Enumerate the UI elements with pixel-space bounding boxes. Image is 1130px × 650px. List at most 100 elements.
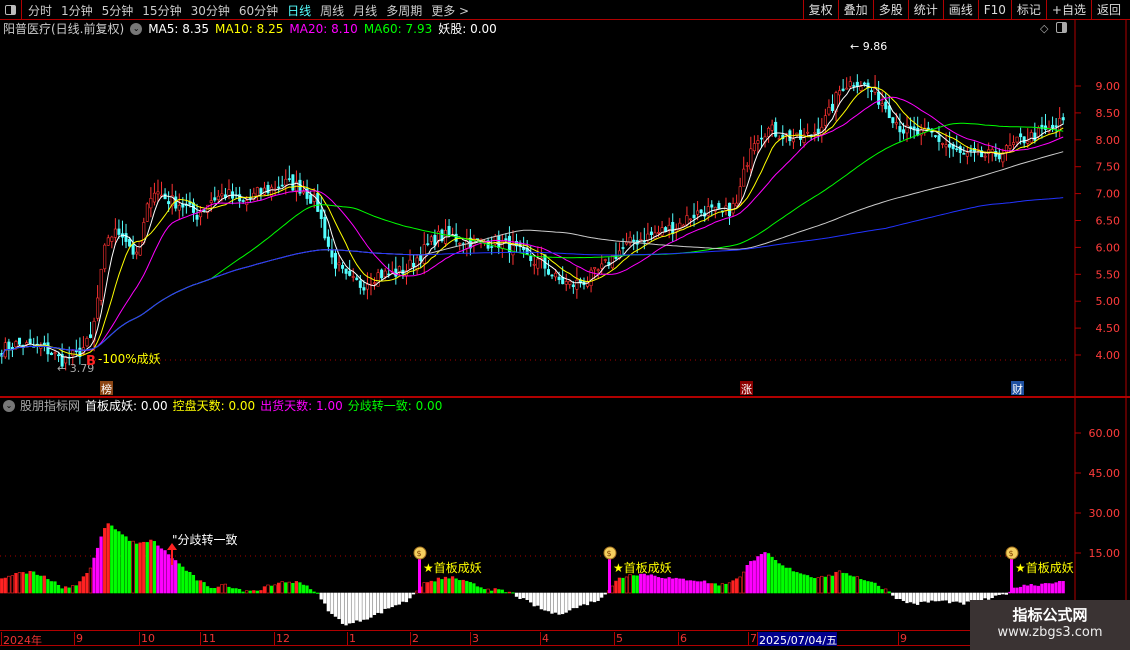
indicator-bar	[1036, 585, 1040, 594]
indicator-bar	[699, 581, 703, 594]
date-label: 2	[410, 632, 419, 646]
indicator-bar	[852, 576, 856, 594]
candle-body	[564, 281, 568, 285]
indicator-bar	[525, 592, 529, 600]
date-label: 9	[74, 632, 83, 646]
indicator-bar	[383, 592, 387, 609]
candle-body	[316, 193, 320, 212]
price-tick-label: 5.00	[1096, 295, 1121, 308]
candle-body	[699, 209, 703, 214]
indicator-bar	[21, 572, 25, 594]
indicator-bar	[905, 592, 909, 604]
indicator-bar	[855, 576, 859, 594]
indicator-bar	[560, 592, 565, 615]
indicator-bar	[830, 575, 835, 594]
candle-body	[135, 251, 139, 255]
chart-canvas[interactable]: 9.00 8.50 8.00 7.50 7.00 6.50 6.00 5.50 5.00 4.50…	[0, 0, 1130, 650]
indicator-bar	[578, 592, 582, 606]
indicator-bar	[372, 592, 377, 616]
indicator-bar	[628, 574, 632, 594]
indicator-bar	[206, 586, 210, 594]
price-tick-label: 4.50	[1096, 322, 1121, 335]
date-axis: 2024年 9 10 11 12 1 2 3 4 5 6 7 2025/07/04/五 9	[0, 630, 1130, 647]
candle-body	[557, 276, 561, 281]
indicator-bar	[291, 582, 295, 594]
indicator-bar	[443, 576, 448, 594]
candle-body	[862, 82, 866, 85]
shouban-label: ★首板成妖	[423, 561, 482, 575]
indicator-bar	[500, 589, 504, 594]
indicator-bar	[1001, 592, 1005, 595]
indicator-bar	[305, 585, 309, 594]
indicator-source: 股朋指标网	[20, 399, 81, 413]
indicator-bar	[135, 543, 139, 594]
indicator-bar	[245, 590, 249, 594]
indicator-bar	[507, 591, 511, 594]
indicator-bar	[276, 582, 281, 594]
shouban-label: ★首板成妖	[1015, 561, 1074, 575]
indicator-bar	[340, 592, 345, 624]
indicator-bar	[493, 588, 497, 594]
candle-body	[213, 197, 217, 201]
indicator-bar	[745, 565, 749, 594]
candle-body	[852, 85, 856, 87]
candle-body	[593, 267, 597, 270]
indicator-bar	[944, 592, 948, 601]
candle-body	[167, 201, 171, 205]
chevron-down-icon[interactable]: ⌄	[3, 400, 15, 412]
indicator-bar	[891, 592, 895, 596]
indicator-bar	[671, 578, 675, 594]
candle-body	[259, 188, 263, 194]
candle-body	[1058, 118, 1062, 131]
candle-body	[948, 144, 952, 148]
indicator-bar	[99, 536, 103, 594]
indicator-bar	[1047, 583, 1051, 594]
indicator-bar	[763, 552, 767, 594]
candle-body	[220, 193, 224, 197]
indicator-bar	[919, 592, 923, 602]
shouban-spike	[418, 558, 421, 593]
indicator-bar	[802, 574, 806, 594]
buy-mark: B	[86, 354, 96, 369]
candle-body	[756, 140, 760, 144]
indicator-bar	[986, 592, 991, 600]
indicator-bar	[10, 575, 15, 594]
indicator-bar	[486, 588, 490, 594]
candle-body	[671, 222, 675, 235]
indicator-bar	[770, 556, 774, 594]
indicator-bar	[323, 592, 327, 604]
indicator-bar	[347, 592, 352, 624]
indicator-bar	[557, 592, 561, 615]
candle-body	[53, 352, 57, 355]
candle-body	[365, 284, 369, 290]
candle-body	[710, 204, 714, 208]
indicator-bar	[85, 573, 89, 594]
indicator-bar	[209, 587, 213, 594]
candle-body	[983, 155, 987, 158]
candle-body	[657, 232, 661, 234]
indicator-bar	[923, 592, 927, 602]
indicator-bar	[710, 583, 714, 594]
indicator-bar	[1015, 587, 1019, 594]
indicator-bar	[756, 556, 760, 594]
indicator-bar	[532, 592, 536, 607]
candle-body	[216, 195, 220, 200]
watermark-title: 指标公式网	[1012, 606, 1088, 624]
indicator-bar	[816, 577, 820, 594]
candle-body	[177, 204, 181, 211]
watermark-url: www.zbgs3.com	[997, 625, 1103, 640]
indicator-bar	[433, 581, 437, 594]
indicator-bar	[436, 577, 440, 594]
candle-body	[152, 192, 156, 203]
price-tick-label: 7.50	[1096, 161, 1121, 174]
indicator-bar	[1033, 585, 1037, 594]
indicator-bar	[844, 573, 849, 594]
candle-body	[149, 198, 153, 209]
candle-body	[344, 268, 348, 274]
indicator-bar	[827, 574, 831, 594]
indicator-bar	[873, 582, 877, 594]
indicator-bar	[759, 554, 764, 594]
indicator-bar	[880, 589, 884, 594]
indicator-bar	[458, 580, 462, 594]
indicator-bar	[223, 583, 228, 594]
